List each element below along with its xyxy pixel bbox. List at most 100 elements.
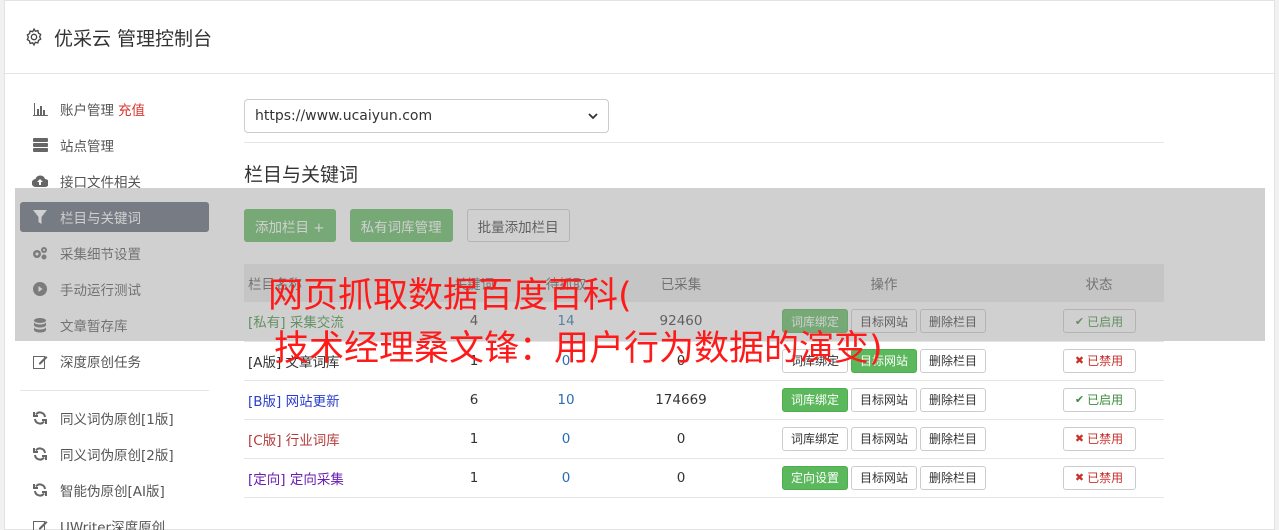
overlay-line-2: 技术经理桑文锋：用户行为数据的演变) [274, 329, 883, 369]
status-label: 已禁用 [1087, 432, 1124, 446]
keyword-count: 1 [444, 419, 504, 459]
refresh-icon [32, 446, 48, 462]
refresh-icon [32, 482, 48, 498]
sidebar-item-columns-keywords[interactable]: 栏目与关键词 [20, 202, 209, 232]
status-label: 已禁用 [1087, 354, 1124, 368]
sidebar-item-label: UWriter深度原创 [60, 520, 166, 530]
column-name[interactable]: [B版] 网站更新 [244, 380, 444, 420]
site-select[interactable]: https://www.ucaiyun.com [244, 99, 609, 133]
delete-column-button[interactable]: 删除栏目 [920, 465, 987, 490]
play-circle-icon [32, 281, 48, 297]
keyword-count: 6 [444, 380, 504, 420]
sidebar-divider [20, 390, 209, 391]
sidebar-item-uwriter[interactable]: UWriter深度原创 [20, 511, 209, 530]
column-name[interactable]: [定向] 定向采集 [244, 458, 444, 498]
overlay-line-1: 网页抓取数据百度百科( [268, 276, 632, 316]
pending-count[interactable]: 10 [504, 380, 628, 420]
batch-add-button[interactable]: 批量添加栏目 [466, 209, 570, 242]
close-icon: ✖ [1074, 432, 1085, 445]
delete-column-button[interactable]: 删除栏目 [920, 387, 987, 412]
close-icon: ✖ [1074, 354, 1085, 367]
filter-icon [32, 209, 48, 225]
delete-column-button[interactable]: 删除栏目 [920, 348, 987, 373]
bind-lexicon-button[interactable]: 词库绑定 [781, 387, 848, 412]
sidebar-item-label: 文章暂存库 [60, 319, 128, 335]
card-header: 优采云 管理控制台 [5, 1, 1274, 74]
status-label: 已启用 [1087, 393, 1124, 407]
status-toggle[interactable]: ✔ 已启用 [1062, 309, 1136, 334]
gear-icon [26, 27, 42, 47]
sidebar-item-article-storage[interactable]: 文章暂存库 [20, 310, 209, 340]
column-name[interactable]: [C版] 行业词库 [244, 419, 444, 459]
status-toggle[interactable]: ✔ 已启用 [1062, 387, 1136, 412]
row-status: ✔ 已启用 [1034, 302, 1164, 342]
delete-column-button[interactable]: 删除栏目 [920, 426, 987, 451]
table-row: [定向] 定向采集 1 0 0 定向设置 目标网站 删除栏目 ✖ 已禁用 [244, 458, 1164, 498]
page-title: 优采云 管理控制台 [54, 27, 213, 50]
row-actions: 定向设置 目标网站 删除栏目 [734, 458, 1034, 498]
bar-chart-icon [32, 101, 48, 117]
pending-count[interactable]: 0 [504, 458, 628, 498]
sidebar-item-label: 手动运行测试 [60, 283, 141, 299]
target-site-button[interactable]: 目标网站 [850, 387, 917, 412]
sidebar-item-label: 同义词伪原创[2版] [60, 448, 174, 464]
server-icon [32, 137, 48, 153]
sidebar-item-label: 站点管理 [60, 139, 114, 155]
edit-icon [32, 353, 48, 369]
section-title: 栏目与关键词 [244, 164, 359, 186]
row-actions: 词库绑定 目标网站 删除栏目 [734, 380, 1034, 420]
row-status: ✖ 已禁用 [1034, 458, 1164, 498]
sidebar-item-interface-files[interactable]: 接口文件相关 [20, 166, 209, 196]
sidebar-item-label: 接口文件相关 [60, 175, 141, 191]
site-select-value: https://www.ucaiyun.com [255, 108, 433, 124]
pending-count[interactable]: 0 [504, 419, 628, 459]
row-status: ✖ 已禁用 [1034, 419, 1164, 459]
collected-count: 0 [628, 419, 734, 459]
sidebar-item-collect-settings[interactable]: 采集细节设置 [20, 238, 209, 268]
sidebar-item-manual-run[interactable]: 手动运行测试 [20, 274, 209, 304]
column-header: 状态 [1034, 264, 1164, 302]
status-toggle[interactable]: ✖ 已禁用 [1062, 465, 1136, 490]
collected-count: 0 [628, 458, 734, 498]
keyword-count: 1 [444, 458, 504, 498]
sidebar-item-label: 深度原创任务 [60, 355, 141, 371]
sidebar-item-sites[interactable]: 站点管理 [20, 130, 209, 160]
target-site-button[interactable]: 目标网站 [850, 465, 917, 490]
bind-lexicon-button[interactable]: 词库绑定 [781, 426, 848, 451]
sidebar-item-ai-rewrite[interactable]: 智能伪原创[AI版] [20, 475, 209, 505]
status-label: 已启用 [1087, 314, 1124, 329]
directed-settings-button[interactable]: 定向设置 [781, 465, 848, 490]
collected-count: 174669 [628, 380, 734, 420]
check-icon: ✔ [1074, 393, 1085, 406]
table-row: [B版] 网站更新 6 10 174669 词库绑定 目标网站 删除栏目 ✔ 已启… [244, 380, 1164, 420]
status-label: 已禁用 [1087, 471, 1124, 485]
sidebar-item-label: 账户管理 [60, 103, 114, 119]
chevron-down-icon [588, 112, 598, 119]
sidebar-item-label: 采集细节设置 [60, 247, 141, 263]
recharge-link[interactable]: 充值 [118, 99, 145, 119]
sidebar-item-deep-original[interactable]: 深度原创任务 [20, 346, 209, 376]
delete-column-button[interactable]: 删除栏目 [920, 309, 987, 334]
table-row: [C版] 行业词库 1 0 0 词库绑定 目标网站 删除栏目 ✖ 已禁用 [244, 419, 1164, 459]
cogs-icon [32, 245, 48, 261]
sidebar-item-account[interactable]: 账户管理 充值 [20, 94, 209, 124]
target-site-button[interactable]: 目标网站 [850, 426, 917, 451]
sidebar: 账户管理 充值 站点管理 接口文件相关 栏目与关键词 采集细节设置 手动运行测试 [20, 94, 209, 530]
sidebar-item-label: 智能伪原创[AI版] [60, 484, 165, 500]
row-status: ✔ 已启用 [1034, 380, 1164, 420]
refresh-icon [32, 410, 48, 426]
status-toggle[interactable]: ✖ 已禁用 [1062, 348, 1136, 373]
row-status: ✖ 已禁用 [1034, 341, 1164, 381]
edit-icon [32, 518, 48, 530]
cloud-upload-icon [32, 173, 48, 189]
sidebar-item-synonym-v2[interactable]: 同义词伪原创[2版] [20, 439, 209, 469]
private-lexicon-button[interactable]: 私有词库管理 [349, 209, 453, 242]
sidebar-item-synonym-v1[interactable]: 同义词伪原创[1版] [20, 403, 209, 433]
status-toggle[interactable]: ✖ 已禁用 [1062, 426, 1136, 451]
overlay-headline: 网页抓取数据百度百科( 技术经理桑文锋：用户行为数据的演变) [268, 270, 883, 376]
add-column-button[interactable]: 添加栏目 + [244, 209, 336, 242]
close-icon: ✖ [1074, 471, 1085, 484]
sidebar-item-label: 栏目与关键词 [60, 211, 141, 227]
action-buttons: 添加栏目 + 私有词库管理 批量添加栏目 [244, 209, 1164, 242]
check-icon: ✔ [1074, 314, 1085, 328]
